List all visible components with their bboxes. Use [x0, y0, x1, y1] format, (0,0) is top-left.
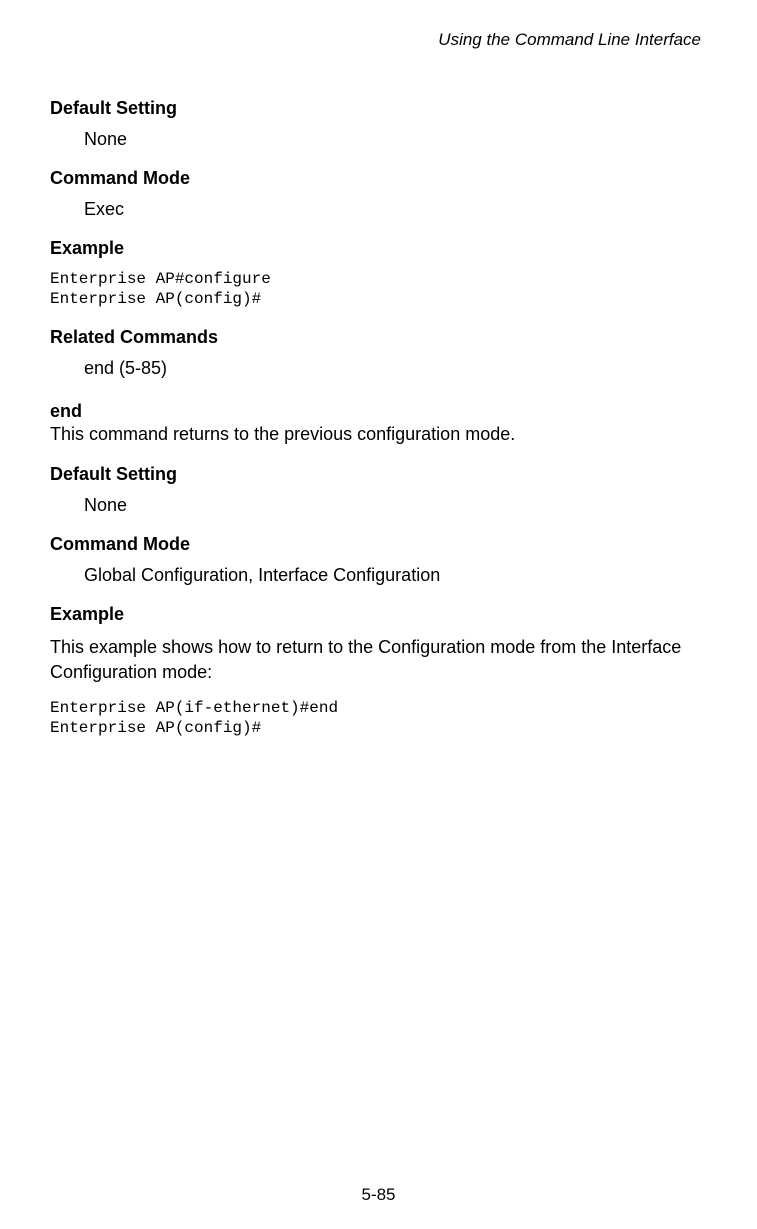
page-number: 5-85	[0, 1185, 757, 1205]
example-code-1: Enterprise AP#configure Enterprise AP(co…	[50, 269, 707, 309]
command-mode-heading-1: Command Mode	[50, 168, 707, 189]
example-heading-1: Example	[50, 238, 707, 259]
command-name-end: end	[50, 401, 707, 422]
page-header-title: Using the Command Line Interface	[50, 30, 707, 50]
command-description-end: This command returns to the previous con…	[50, 422, 707, 446]
default-setting-heading-1: Default Setting	[50, 98, 707, 119]
related-commands-heading: Related Commands	[50, 327, 707, 348]
command-mode-value-1: Exec	[84, 199, 707, 220]
example-code-2: Enterprise AP(if-ethernet)#end Enterpris…	[50, 698, 707, 738]
default-setting-value-2: None	[84, 495, 707, 516]
command-mode-value-2: Global Configuration, Interface Configur…	[84, 565, 707, 586]
default-setting-value-1: None	[84, 129, 707, 150]
command-mode-heading-2: Command Mode	[50, 534, 707, 555]
example-intro-2: This example shows how to return to the …	[50, 635, 707, 684]
example-heading-2: Example	[50, 604, 707, 625]
related-commands-value: end (5-85)	[84, 358, 707, 379]
default-setting-heading-2: Default Setting	[50, 464, 707, 485]
